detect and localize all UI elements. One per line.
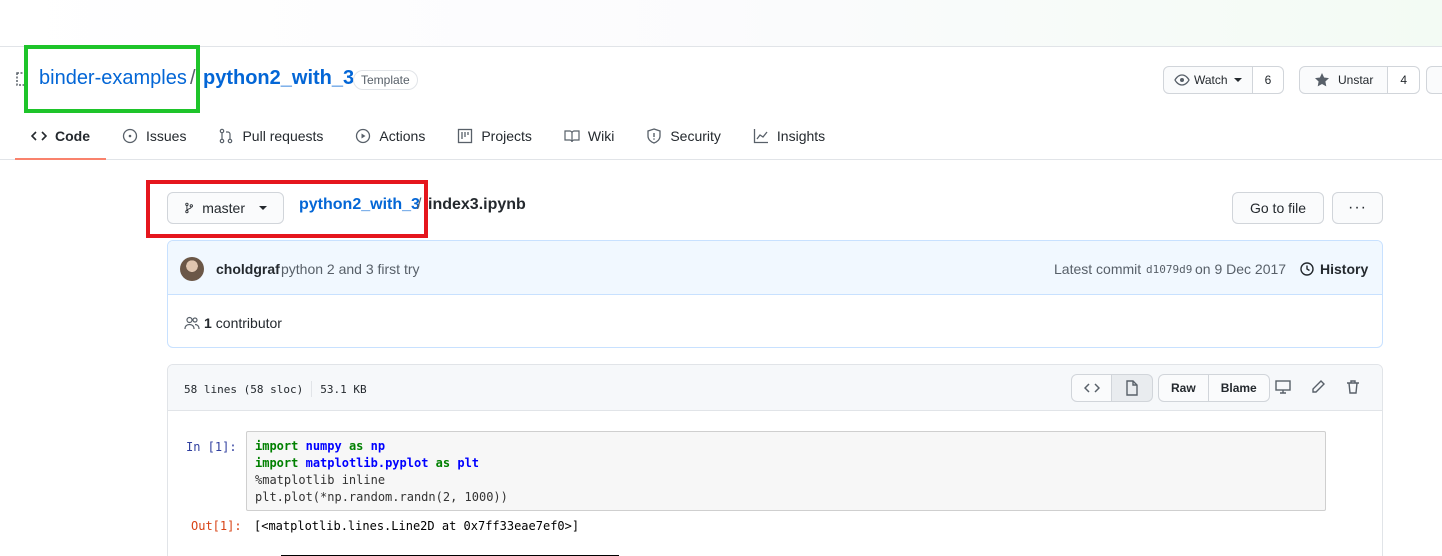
tab-actions[interactable]: Actions bbox=[339, 114, 441, 158]
latest-commit-box: choldgraf python 2 and 3 first try Lates… bbox=[167, 240, 1383, 348]
eye-icon bbox=[1174, 74, 1190, 86]
tab-issues[interactable]: Issues bbox=[106, 114, 202, 158]
contributors-link[interactable]: 1 contributor bbox=[184, 315, 282, 331]
star-icon bbox=[1315, 73, 1329, 87]
output-text: [<matplotlib.lines.Line2D at 0x7ff33eae7… bbox=[254, 519, 580, 533]
pencil-icon[interactable] bbox=[1310, 379, 1326, 395]
breadcrumb-repo-link[interactable]: python2_with_3 bbox=[299, 196, 420, 214]
tab-wiki[interactable]: Wiki bbox=[548, 114, 630, 158]
code-icon bbox=[1083, 383, 1100, 393]
watch-label: Watch bbox=[1194, 73, 1228, 87]
tab-security-label: Security bbox=[670, 128, 721, 144]
repo-owner-link[interactable]: binder-examples bbox=[39, 67, 187, 90]
repo-name-link[interactable]: python2_with_3 bbox=[203, 67, 354, 90]
code-line: %matplotlib inline bbox=[255, 473, 386, 487]
breadcrumb-file-name: index3.ipynb bbox=[428, 196, 526, 213]
file-viewer: 58 lines (58 sloc) 53.1 KB Raw Blame In … bbox=[167, 364, 1383, 556]
input-prompt: In [1]: bbox=[186, 440, 237, 454]
raw-blame-group: Raw Blame bbox=[1158, 374, 1270, 402]
watch-count[interactable]: 6 bbox=[1252, 66, 1285, 94]
tab-wiki-label: Wiki bbox=[587, 128, 615, 144]
repo-path-separator: / bbox=[190, 67, 196, 89]
desktop-icon[interactable] bbox=[1275, 379, 1291, 395]
star-count[interactable]: 4 bbox=[1388, 66, 1421, 94]
chevron-down-icon bbox=[259, 206, 267, 210]
file-line-count: 58 lines (58 sloc) bbox=[184, 382, 304, 396]
chevron-down-icon bbox=[1233, 78, 1242, 82]
tab-pull-requests-label: Pull requests bbox=[242, 128, 324, 144]
trash-icon[interactable] bbox=[1345, 379, 1361, 395]
pull-request-icon bbox=[220, 128, 233, 144]
repo-template-icon bbox=[16, 72, 28, 86]
file-header: 58 lines (58 sloc) 53.1 KB Raw Blame bbox=[168, 365, 1382, 411]
tab-security[interactable]: Security bbox=[630, 114, 737, 158]
commit-sha-link[interactable]: d1079d9 bbox=[1146, 263, 1192, 276]
people-icon bbox=[184, 316, 200, 330]
history-link[interactable]: History bbox=[1299, 261, 1368, 277]
commit-author-link[interactable]: choldgraf bbox=[216, 261, 280, 277]
unstar-button[interactable]: Unstar bbox=[1299, 66, 1389, 94]
git-branch-icon bbox=[185, 202, 193, 214]
tab-projects[interactable]: Projects bbox=[441, 114, 548, 158]
code-line: plt.plot(*np.random.randn(2, 1000)) bbox=[255, 490, 508, 504]
file-size: 53.1 KB bbox=[320, 382, 367, 396]
history-icon bbox=[1300, 262, 1314, 276]
repo-header: binder-examples / python2_with_3 Templat… bbox=[0, 48, 1442, 160]
fork-button[interactable] bbox=[1426, 66, 1442, 94]
play-icon bbox=[356, 128, 371, 144]
tab-pull-requests[interactable]: Pull requests bbox=[202, 114, 339, 158]
rendered-view-button[interactable] bbox=[1112, 374, 1153, 402]
shield-icon bbox=[647, 128, 661, 144]
watch-button-group: Watch 6 bbox=[1163, 66, 1285, 94]
history-label: History bbox=[1320, 261, 1369, 277]
more-options-button[interactable]: ··· bbox=[1332, 192, 1383, 224]
source-view-button[interactable] bbox=[1071, 374, 1112, 402]
tab-actions-label: Actions bbox=[379, 128, 426, 144]
branch-select-button[interactable]: master bbox=[167, 192, 284, 224]
branch-name: master bbox=[202, 200, 245, 216]
tab-insights-label: Insights bbox=[776, 128, 826, 144]
contributors-label: contributor bbox=[215, 315, 282, 331]
tab-code-label: Code bbox=[55, 128, 90, 144]
unstar-label: Unstar bbox=[1338, 73, 1374, 87]
raw-button[interactable]: Raw bbox=[1158, 374, 1209, 402]
divider bbox=[311, 381, 313, 397]
code-icon bbox=[31, 131, 47, 141]
book-icon bbox=[564, 130, 580, 143]
issue-icon bbox=[122, 128, 138, 144]
template-badge: Template bbox=[353, 70, 418, 90]
watch-button[interactable]: Watch bbox=[1163, 66, 1253, 94]
latest-commit-label: Latest commit bbox=[1054, 261, 1142, 277]
view-toggle bbox=[1071, 374, 1153, 402]
file-icon bbox=[1126, 380, 1138, 396]
code-line: import numpy as np bbox=[255, 439, 386, 453]
output-prompt: Out[1]: bbox=[191, 519, 242, 533]
blame-button[interactable]: Blame bbox=[1208, 374, 1270, 402]
file-info: 58 lines (58 sloc) 53.1 KB bbox=[184, 381, 367, 397]
project-icon bbox=[458, 128, 473, 144]
code-cell: import numpy as np import matplotlib.pyp… bbox=[246, 431, 1326, 511]
breadcrumb-separator: / bbox=[417, 196, 422, 213]
tab-issues-label: Issues bbox=[146, 128, 187, 144]
avatar[interactable] bbox=[180, 257, 204, 281]
kebab-horizontal-icon: ··· bbox=[1348, 199, 1367, 216]
file-navigation: master python2_with_3 / index3.ipynb Go … bbox=[167, 192, 1383, 224]
top-header-bar bbox=[0, 0, 1442, 47]
tab-projects-label: Projects bbox=[481, 128, 532, 144]
code-line: import matplotlib.pyplot as plt bbox=[255, 456, 480, 470]
tab-insights[interactable]: Insights bbox=[737, 114, 841, 158]
contributors-count: 1 bbox=[204, 315, 212, 331]
commit-date: on 9 Dec 2017 bbox=[1195, 261, 1287, 277]
star-button-group: Unstar 4 bbox=[1299, 66, 1421, 94]
commit-message-link[interactable]: python 2 and 3 first try bbox=[281, 261, 420, 277]
graph-icon bbox=[753, 129, 768, 144]
repo-tabs: Code Issues Pull requests Actions Projec… bbox=[15, 114, 841, 160]
go-to-file-button[interactable]: Go to file bbox=[1232, 192, 1324, 224]
tab-code[interactable]: Code bbox=[15, 114, 106, 160]
commit-header: choldgraf python 2 and 3 first try Lates… bbox=[168, 241, 1382, 295]
